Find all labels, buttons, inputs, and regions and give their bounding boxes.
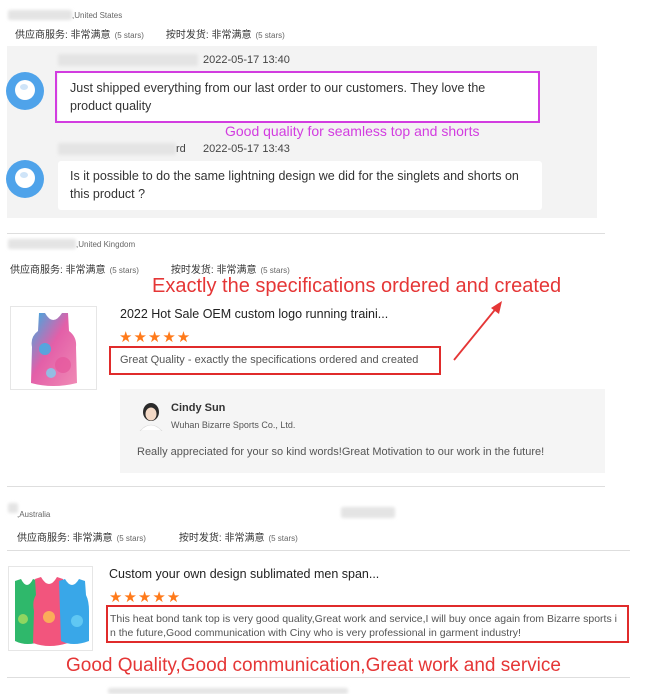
star-rating: ★★★★★ bbox=[119, 329, 192, 346]
buyer-country: ,United Kingdom bbox=[76, 240, 136, 249]
divider bbox=[7, 677, 630, 678]
blurred-buyer-name bbox=[8, 10, 72, 20]
chat-message: Is it possible to do the same lightning … bbox=[58, 161, 542, 210]
rating-line: 供应商服务: 非常满意 (5 stars) 按时发货: 非常满意 (5 stars) bbox=[17, 529, 298, 544]
highlight-box bbox=[106, 605, 629, 643]
tank-top-image bbox=[15, 577, 89, 646]
shipping-stars-text: (5 stars) bbox=[268, 534, 298, 543]
blurred-buyer-name bbox=[8, 239, 76, 249]
blurred-text bbox=[341, 507, 395, 518]
service-rating: 供应商服务: 非常满意 bbox=[10, 265, 106, 276]
rating-line: 供应商服务: 非常满意 (5 stars) 按时发货: 非常满意 (5 stars) bbox=[10, 261, 290, 276]
service-rating: 供应商服务: 非常满意 bbox=[17, 533, 113, 544]
message-timestamp: 2022-05-17 13:43 bbox=[203, 143, 290, 155]
product-thumbnail[interactable] bbox=[8, 566, 93, 651]
buyer-country: ,United States bbox=[72, 11, 123, 20]
product-title[interactable]: 2022 Hot Sale OEM custom logo running tr… bbox=[120, 307, 388, 321]
highlight-box bbox=[55, 71, 540, 123]
annotation-text: Exactly the specifications ordered and c… bbox=[152, 275, 562, 297]
shipping-stars-text: (5 stars) bbox=[255, 31, 285, 40]
service-stars-text: (5 stars) bbox=[109, 266, 139, 275]
product-title[interactable]: Custom your own design sublimated men sp… bbox=[109, 567, 379, 581]
blurred-sender-name bbox=[58, 54, 198, 66]
service-stars-text: (5 stars) bbox=[114, 31, 144, 40]
service-rating: 供应商服务: 非常满意 bbox=[15, 30, 111, 41]
message-timestamp: 2022-05-17 13:40 bbox=[203, 54, 290, 66]
annotation-text: Good Quality,Good communication,Great wo… bbox=[66, 655, 561, 676]
reply-author-name: Cindy Sun bbox=[171, 402, 226, 414]
annotation-text: Good quality for seamless top and shorts bbox=[225, 123, 480, 139]
star-rating: ★★★★★ bbox=[109, 589, 182, 606]
shipping-rating: 按时发货: 非常满意 bbox=[178, 533, 265, 544]
supplier-avatar bbox=[139, 403, 163, 431]
divider bbox=[7, 486, 605, 487]
rating-line: 供应商服务: 非常满意 (5 stars) 按时发货: 非常满意 (5 stars) bbox=[15, 26, 285, 41]
shipping-stars-text: (5 stars) bbox=[260, 266, 290, 275]
buyer-country: ,Australia bbox=[17, 510, 51, 519]
reply-text: Really appreciated for your so kind word… bbox=[137, 446, 545, 458]
divider bbox=[7, 233, 605, 234]
blurred-text bbox=[108, 688, 348, 694]
highlight-box bbox=[109, 346, 441, 375]
avatar bbox=[6, 72, 44, 110]
shipping-rating: 按时发货: 非常满意 bbox=[165, 30, 252, 41]
avatar bbox=[6, 160, 44, 198]
product-thumbnail[interactable] bbox=[10, 306, 97, 390]
sender-name-suffix: rd bbox=[176, 143, 186, 155]
blurred-sender-name bbox=[58, 143, 176, 155]
annotation-arrow bbox=[453, 301, 502, 361]
divider bbox=[7, 550, 630, 551]
reply-company: Wuhan Bizarre Sports Co., Ltd. bbox=[171, 420, 296, 430]
tank-top-image bbox=[31, 313, 77, 386]
service-stars-text: (5 stars) bbox=[116, 534, 146, 543]
